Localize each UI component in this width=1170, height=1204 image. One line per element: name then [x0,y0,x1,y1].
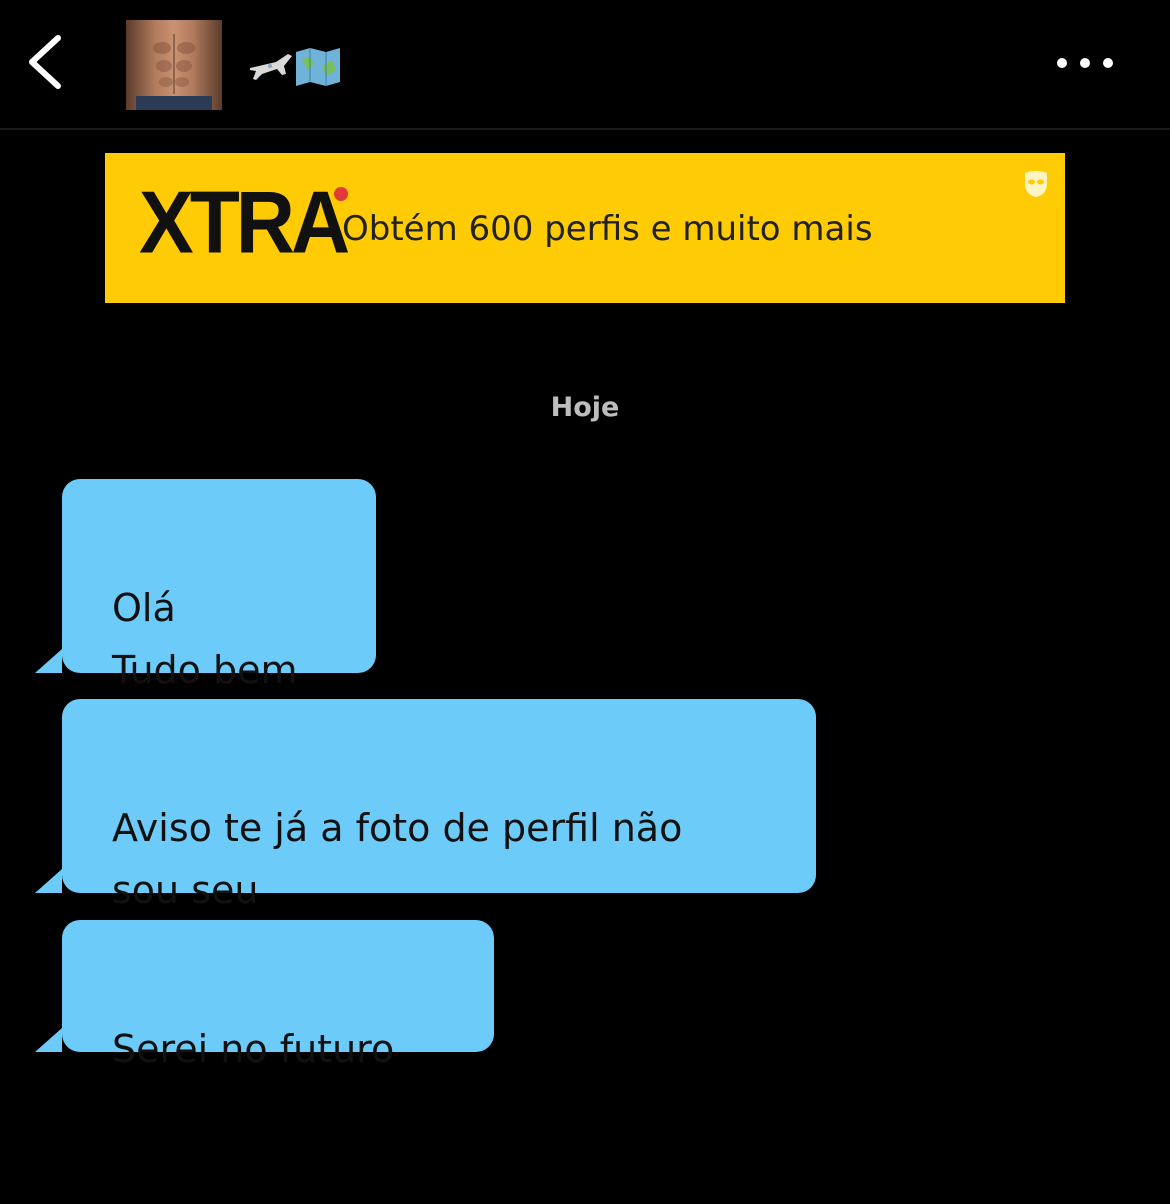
chevron-left-icon [29,35,61,89]
xtra-logo: XTRA [139,173,350,272]
message-text: Olá Tudo bem [112,586,298,692]
bubble-tail [35,869,62,893]
bubble-tail [35,1028,62,1052]
notification-dot [334,187,348,201]
message-text: Serei no futuro [112,1027,395,1071]
profile-photo [126,20,222,110]
message-text: Aviso te já a foto de perfil não sou seu [112,806,683,912]
mask-icon [1025,171,1047,197]
banner-text: Obtém 600 perfis e muito mais [342,209,873,249]
more-options-button[interactable] [1050,46,1120,80]
back-button[interactable] [22,30,72,94]
xtra-upsell-banner[interactable]: XTRA Obtém 600 perfis e muito mais [105,153,1065,303]
message-bubble[interactable]: Serei no futuro [35,920,494,1071]
status-emojis [246,44,346,88]
chat-header [0,0,1170,130]
avatar[interactable] [126,20,222,110]
bubble-tail [35,649,62,673]
ellipsis-icon [1057,58,1113,68]
map-emoji [296,48,340,86]
message-bubble[interactable]: Olá Tudo bem [35,479,376,692]
message-bubble[interactable]: Aviso te já a foto de perfil não sou seu [35,699,816,912]
airplane-emoji [250,54,292,80]
date-separator: Hoje [550,392,620,423]
